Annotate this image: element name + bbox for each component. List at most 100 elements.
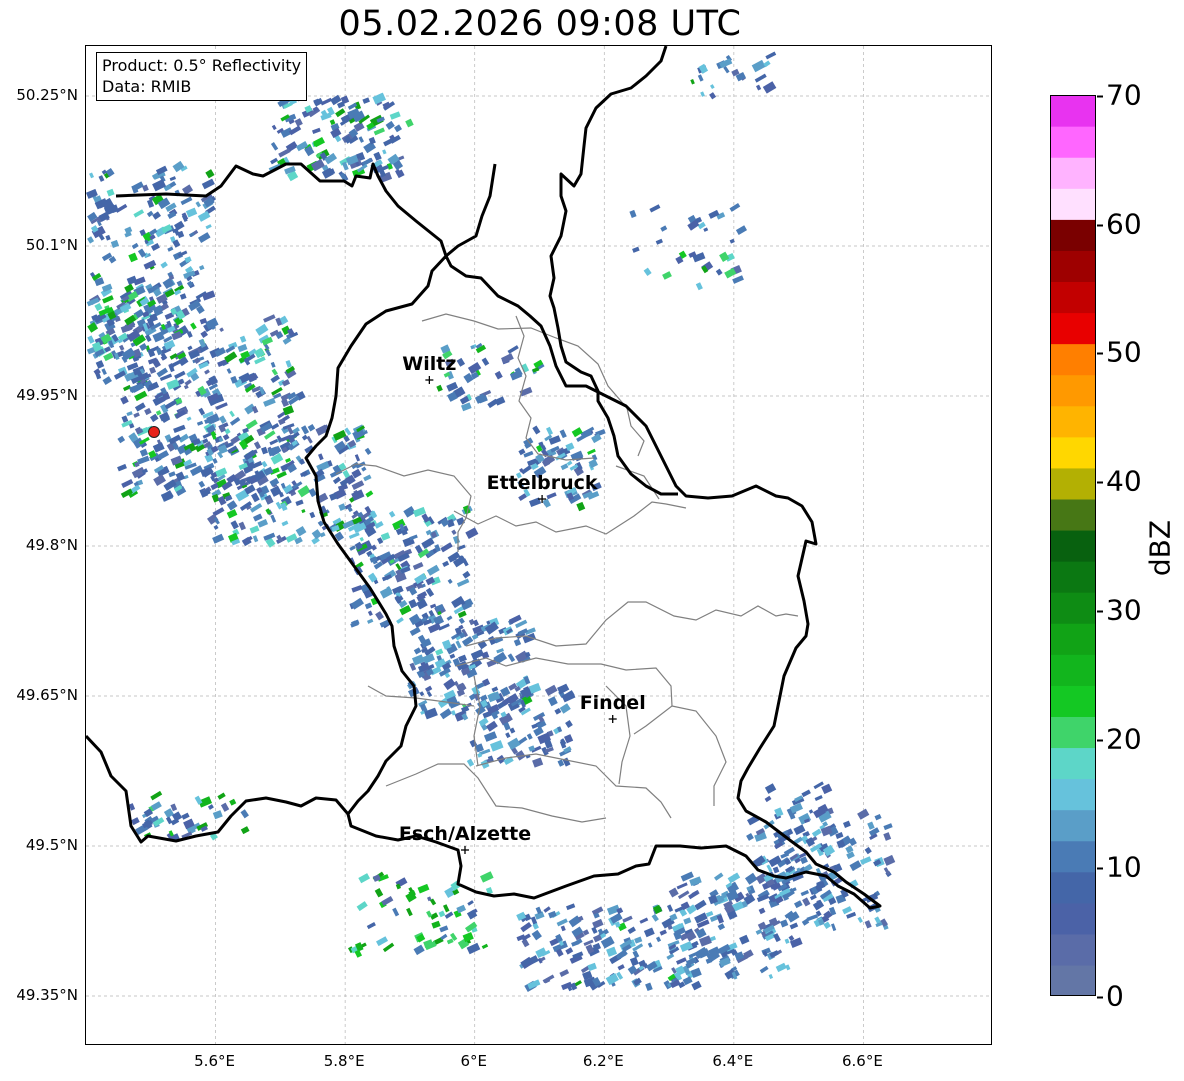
echo-cell	[367, 618, 374, 624]
colorbar-segment	[1050, 592, 1096, 624]
echo-cell	[313, 97, 324, 107]
echo-cell	[281, 520, 289, 527]
echo-cell	[606, 946, 618, 957]
echo-cell	[364, 602, 373, 610]
echo-cell	[548, 910, 557, 919]
echo-cell	[458, 654, 467, 663]
echo-cell	[182, 184, 194, 195]
echo-cell	[846, 851, 855, 860]
echo-cell	[864, 846, 872, 855]
echo-cell	[396, 617, 404, 624]
echo-cell	[560, 463, 569, 471]
echo-cell	[709, 92, 717, 100]
echo-cell	[270, 142, 279, 151]
echo-cell	[173, 424, 186, 434]
echo-cell	[627, 926, 636, 934]
colorbar-tick-label: 30	[1097, 593, 1142, 626]
colorbar-segment	[1050, 902, 1096, 935]
echo-cell	[265, 349, 272, 357]
lat-tick-label: 50.1°N	[25, 236, 78, 254]
echo-cell	[651, 913, 659, 922]
echo-cell	[237, 343, 248, 353]
echo-cell	[449, 653, 456, 659]
echo-cell	[205, 169, 215, 179]
echo-cell	[183, 384, 189, 390]
echo-cell	[276, 471, 287, 479]
colorbar-tick-label: 70	[1097, 79, 1142, 112]
echo-cell	[443, 678, 456, 691]
echo-cell	[446, 938, 454, 945]
echo-cell	[130, 817, 140, 826]
echo-cell	[660, 225, 668, 232]
echo-cell	[842, 906, 853, 915]
echo-cell	[490, 740, 504, 752]
echo-cell	[466, 758, 475, 767]
echo-cell	[155, 410, 162, 416]
echo-cell	[739, 934, 750, 945]
echo-cell	[634, 936, 643, 944]
echo-cell	[213, 524, 219, 530]
echo-cell	[843, 820, 851, 829]
colorbar-segment	[1050, 95, 1096, 127]
echo-cell	[359, 536, 364, 542]
lat-tick-label: 49.5°N	[25, 836, 78, 854]
echo-cell	[301, 434, 308, 441]
echo-cell	[507, 345, 519, 354]
echo-cell	[254, 347, 265, 359]
echo-cell	[507, 737, 521, 750]
echo-cell	[185, 207, 198, 218]
colorbar-segment	[1050, 281, 1096, 314]
echo-cell	[405, 118, 414, 128]
echo-cell	[317, 453, 324, 461]
echo-cell	[667, 904, 674, 912]
echo-cell	[764, 783, 777, 794]
echo-cell	[507, 653, 516, 663]
canton-boundary	[465, 601, 799, 647]
echo-cell	[417, 883, 430, 894]
echo-cell	[367, 610, 373, 617]
echo-cell	[426, 564, 440, 576]
echo-cell	[222, 433, 230, 441]
echo-cell	[219, 327, 224, 333]
belgium-border	[86, 734, 350, 844]
echo-cell	[691, 980, 702, 991]
echo-cell	[263, 430, 276, 440]
echo-cell	[431, 920, 441, 929]
radar-map[interactable]: Product: 0.5° Reflectivity Data: RMIB Wi…	[85, 45, 992, 1045]
echo-cell	[373, 127, 385, 136]
echo-cell	[190, 322, 197, 330]
echo-cell	[859, 856, 872, 865]
echo-cell	[220, 802, 230, 812]
echo-cell	[472, 619, 479, 627]
echo-cell	[307, 424, 316, 432]
echo-cell	[592, 918, 604, 929]
echo-cell	[632, 246, 640, 253]
lon-tick-label: 6.4°E	[712, 1052, 754, 1070]
echo-cell	[110, 239, 120, 249]
echo-cell	[103, 352, 114, 362]
echo-cell	[546, 426, 554, 436]
echo-cell	[295, 525, 307, 537]
echo-cell	[440, 542, 453, 553]
echo-cell	[198, 265, 205, 271]
echo-cell	[215, 467, 228, 478]
echo-cell	[145, 334, 152, 343]
echo-cell	[559, 429, 567, 439]
echo-cell	[168, 471, 176, 478]
echo-cell	[238, 521, 246, 531]
echo-cell	[254, 356, 266, 365]
echo-cell	[447, 578, 453, 584]
echo-cell	[679, 941, 693, 953]
echo-cell	[425, 587, 435, 598]
echo-cell	[217, 792, 226, 800]
echo-cell	[358, 873, 371, 884]
echo-cell	[764, 795, 772, 803]
city-label: Wiltz	[402, 353, 457, 375]
colorbar-segment	[1050, 623, 1096, 655]
echo-cell	[102, 376, 112, 386]
echo-cell	[814, 795, 823, 802]
echo-cell	[151, 243, 160, 252]
echo-cell	[683, 917, 692, 925]
colorbar-segment	[1050, 374, 1096, 407]
colorbar-segment	[1050, 126, 1096, 158]
